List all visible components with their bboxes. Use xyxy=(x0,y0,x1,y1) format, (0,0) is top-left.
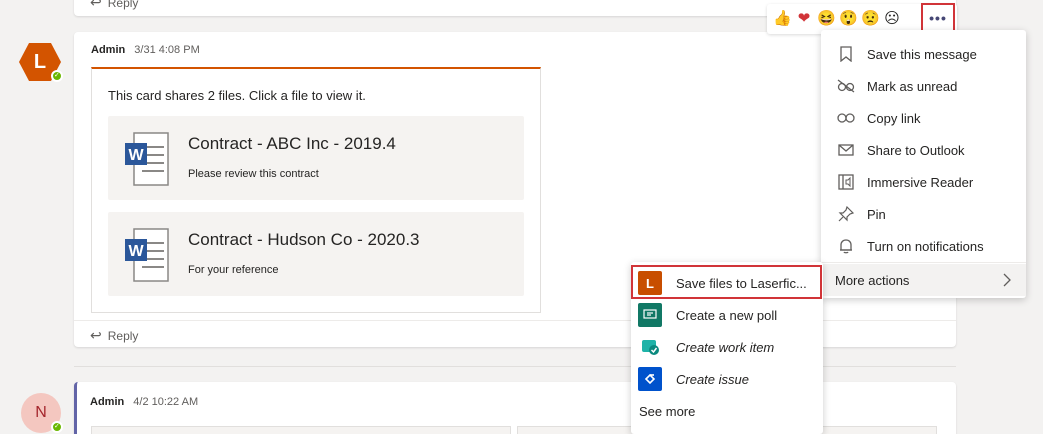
author-name: Admin xyxy=(90,396,125,408)
laugh-icon[interactable]: 😆 xyxy=(817,10,836,28)
reply-label: Reply xyxy=(107,328,139,343)
presence-available-icon xyxy=(51,421,63,433)
avatar-letter: N xyxy=(35,404,47,421)
sad-icon[interactable]: 😟 xyxy=(861,10,880,28)
presence-available-icon xyxy=(51,70,63,82)
menu-item-copy-link[interactable]: Copy link xyxy=(821,102,1026,134)
menu-item-mark-unread[interactable]: Mark as unread xyxy=(821,70,1026,102)
submenu-item-poll[interactable]: Create a new poll xyxy=(631,299,823,331)
message-meta: Admin 4/2 10:22 AM xyxy=(90,396,198,408)
bookmark-icon xyxy=(837,45,855,63)
file-title: Contract - ABC Inc - 2019.4 xyxy=(188,134,396,153)
file-title: Contract - Hudson Co - 2020.3 xyxy=(188,230,420,249)
context-menu: Save this message Mark as unread Copy li… xyxy=(821,30,1026,298)
submenu-item-work-item[interactable]: Create work item xyxy=(631,331,823,363)
card-intro-text: This card shares 2 files. Click a file t… xyxy=(108,88,366,103)
mail-icon xyxy=(837,141,855,159)
author-name: Admin xyxy=(91,44,126,56)
poll-icon xyxy=(638,303,662,327)
word-file-icon: W xyxy=(124,227,172,283)
submenu-item-label: Create issue xyxy=(676,371,749,387)
file-subtitle: Please review this contract xyxy=(188,168,319,180)
submenu-item-label: Create work item xyxy=(676,339,775,355)
thumbs-up-icon[interactable]: 👍 xyxy=(773,10,792,28)
svg-text:W: W xyxy=(128,243,144,260)
link-icon xyxy=(837,109,855,127)
bell-icon xyxy=(837,237,855,255)
menu-item-more-actions[interactable]: More actions xyxy=(821,264,1026,296)
top-reply-label: Reply xyxy=(107,0,139,10)
submenu-item-issue[interactable]: Create issue xyxy=(631,363,823,395)
chevron-right-icon xyxy=(1002,272,1012,288)
work-item-icon xyxy=(638,335,662,359)
pin-icon xyxy=(837,205,855,223)
svg-text:W: W xyxy=(128,147,144,164)
surprised-icon[interactable]: 😲 xyxy=(839,10,858,28)
menu-divider xyxy=(821,262,1026,263)
menu-item-label: Mark as unread xyxy=(867,78,958,94)
divider xyxy=(74,366,956,367)
reply-icon: ↩ xyxy=(90,327,102,343)
menu-item-share-outlook[interactable]: Share to Outlook xyxy=(821,134,1026,166)
menu-item-immersive-reader[interactable]: Immersive Reader xyxy=(821,166,1026,198)
reply-button[interactable]: ↩ Reply xyxy=(90,327,138,344)
menu-item-pin[interactable]: Pin xyxy=(821,198,1026,230)
menu-item-label: Save this message xyxy=(867,46,977,62)
word-file-icon: W xyxy=(124,131,172,187)
message-timestamp: 3/31 4:08 PM xyxy=(134,44,200,56)
glasses-icon xyxy=(837,77,855,95)
file-subtitle: For your reference xyxy=(188,264,279,276)
divider xyxy=(74,320,956,321)
menu-item-label: More actions xyxy=(835,272,910,288)
message-meta: Admin 3/31 4:08 PM xyxy=(91,44,200,56)
menu-item-label: Pin xyxy=(867,206,886,222)
menu-item-label: Immersive Reader xyxy=(867,174,974,190)
menu-item-save-message[interactable]: Save this message xyxy=(821,38,1026,70)
more-options-icon: ••• xyxy=(929,9,947,26)
menu-item-label: Copy link xyxy=(867,110,921,126)
more-options-button[interactable]: ••• xyxy=(921,3,955,32)
submenu-item-label: Create a new poll xyxy=(676,307,778,323)
menu-item-notifications[interactable]: Turn on notifications xyxy=(821,230,1026,262)
jira-icon xyxy=(638,367,662,391)
highlight-laserfiche xyxy=(631,265,822,299)
attachment-preview xyxy=(91,426,511,434)
angry-icon[interactable]: ☹ xyxy=(883,10,901,28)
top-reply-button[interactable]: ↩ Reply xyxy=(90,0,138,11)
menu-item-label: Share to Outlook xyxy=(867,142,965,158)
reply-icon: ↩ xyxy=(90,0,102,10)
see-more-label: See more xyxy=(639,403,696,419)
message-timestamp: 4/2 10:22 AM xyxy=(133,396,199,408)
menu-item-label: Turn on notifications xyxy=(867,238,984,254)
reader-icon xyxy=(837,173,855,191)
heart-icon[interactable]: ❤ xyxy=(795,10,813,28)
submenu-see-more[interactable]: See more xyxy=(631,395,823,427)
avatar-letter: L xyxy=(33,50,47,73)
